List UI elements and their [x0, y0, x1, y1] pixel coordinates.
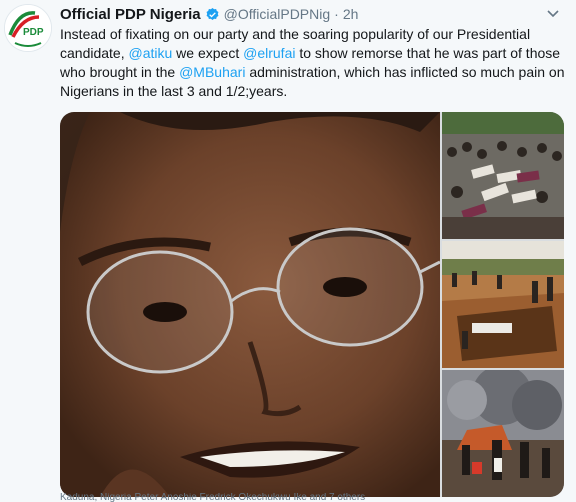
display-name[interactable]: Official PDP Nigeria	[60, 6, 201, 23]
media-photo-smoke[interactable]	[442, 370, 564, 497]
verified-badge-icon	[205, 7, 220, 22]
chevron-down-icon[interactable]	[546, 6, 560, 20]
pdp-logo-icon[interactable]: PDP	[4, 4, 52, 52]
body-text-2: we expect	[172, 45, 244, 61]
separator-dot: ·	[334, 6, 339, 22]
user-handle[interactable]: @OfficialPDPNig	[224, 6, 331, 22]
mention-elrufai[interactable]: @elrufai	[243, 45, 295, 61]
tweet: PDP Official PDP Nigeria @OfficialPDPNig…	[0, 0, 576, 502]
tweet-body: Instead of fixating on our party and the…	[60, 25, 570, 101]
avatar-text: PDP	[23, 27, 44, 38]
tweet-header: Official PDP Nigeria @OfficialPDPNig · 2…	[60, 4, 358, 24]
mention-mbuhari[interactable]: @MBuhari	[179, 64, 245, 80]
media-grid	[60, 112, 564, 497]
photo-tags[interactable]: Kaduna, Nigeria Peter Anoshie Fredrick O…	[60, 493, 564, 502]
media-photo-grave[interactable]	[442, 241, 564, 368]
media-photo-crowd[interactable]	[442, 112, 564, 239]
media-photo-portrait[interactable]	[60, 112, 440, 497]
tweet-time[interactable]: 2h	[343, 6, 359, 22]
mention-atiku[interactable]: @atiku	[129, 45, 173, 61]
